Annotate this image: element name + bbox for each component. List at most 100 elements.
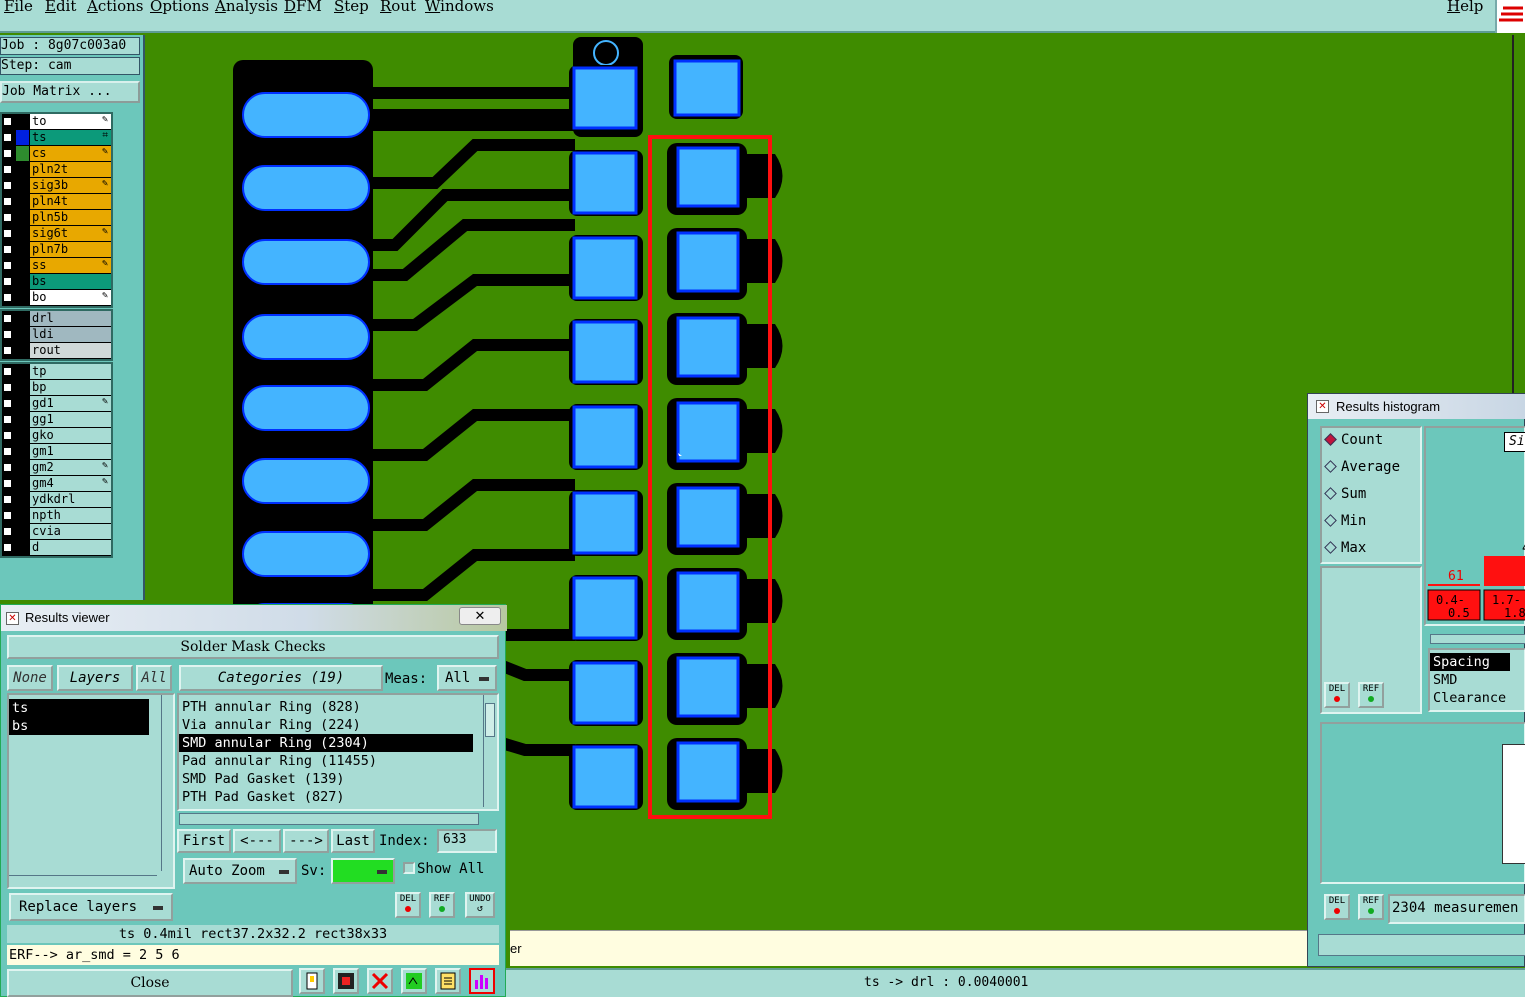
none-button[interactable]: None	[7, 665, 53, 691]
layer-name[interactable]: tp	[30, 364, 111, 379]
layer-name[interactable]: cs	[30, 146, 111, 161]
layer-name[interactable]: bo	[30, 290, 111, 305]
ref-button[interactable]: REF	[1358, 682, 1384, 708]
layer-list-scrollbar[interactable]	[161, 695, 173, 871]
layer-row-gko[interactable]: gko	[2, 428, 111, 444]
category-item[interactable]: SMD annular Ring (2304)	[179, 734, 473, 752]
layer-row-drl[interactable]: drl	[2, 311, 111, 327]
menu-rout[interactable]: Rout	[380, 0, 416, 15]
layer-checkbox[interactable]	[3, 527, 12, 536]
close-button[interactable]: Close	[7, 969, 293, 997]
layer-checkbox[interactable]	[3, 149, 12, 158]
layer-row-pln4t[interactable]: pln4t	[2, 194, 111, 210]
scrollbar-thumb[interactable]	[485, 703, 495, 737]
layer-name[interactable]: gm2	[30, 460, 111, 475]
layer-checkbox[interactable]	[3, 511, 12, 520]
category-list-hscrollbar[interactable]	[179, 813, 479, 825]
layer-checkbox[interactable]	[3, 133, 12, 142]
category-list[interactable]: PTH annular Ring (828) Via annular Ring (…	[177, 693, 499, 811]
layer-name[interactable]: bp	[30, 380, 111, 395]
layer-result-item[interactable]: bs	[9, 717, 149, 735]
mode-radio-max[interactable]: Max	[1324, 540, 1366, 556]
layer-checkbox[interactable]	[3, 330, 12, 339]
layer-checkbox[interactable]	[3, 346, 12, 355]
record-icon[interactable]	[333, 968, 359, 994]
layer-checkbox[interactable]	[3, 213, 12, 222]
undo-button[interactable]: UNDO ↺	[465, 892, 495, 918]
layer-row-pln7b[interactable]: pln7b	[2, 242, 111, 258]
layer-name[interactable]: cvia	[30, 524, 111, 539]
layer-row-tp[interactable]: tp	[2, 364, 111, 380]
menu-step[interactable]: Step	[334, 0, 369, 15]
notes-icon[interactable]	[435, 968, 461, 994]
layer-checkbox[interactable]	[3, 293, 12, 302]
layers-button[interactable]: Layers	[57, 665, 133, 691]
category-item[interactable]: Pad annular Ring (11455)	[179, 752, 473, 770]
histogram-list-item[interactable]: Spacing	[1430, 653, 1510, 671]
layer-checkbox[interactable]	[3, 447, 12, 456]
layer-checkbox[interactable]	[3, 197, 12, 206]
job-matrix-button[interactable]: Job Matrix ...	[0, 81, 140, 103]
menu-actions[interactable]: Actions	[87, 0, 143, 15]
layer-checkbox[interactable]	[3, 277, 12, 286]
layer-checkbox[interactable]	[3, 383, 12, 392]
layer-checkbox[interactable]	[3, 229, 12, 238]
layer-result-item[interactable]: ts	[9, 699, 149, 717]
ref-button[interactable]: REF	[1358, 894, 1384, 920]
layer-results-list[interactable]: ts bs	[7, 693, 175, 889]
del-button[interactable]: DEL	[395, 892, 421, 918]
prev-button[interactable]: <---	[233, 829, 281, 853]
layer-checkbox[interactable]	[3, 415, 12, 424]
menu-help[interactable]: Help	[1447, 0, 1483, 15]
layer-checkbox[interactable]	[3, 165, 12, 174]
layer-name[interactable]: bs	[30, 274, 111, 289]
menu-windows[interactable]: Windows	[425, 0, 494, 15]
replace-layers-dropdown[interactable]: Replace layers	[9, 893, 173, 921]
histogram-hscrollbar[interactable]	[1430, 634, 1525, 644]
layer-row-d[interactable]: d	[2, 540, 111, 556]
layer-name[interactable]: pln7b	[30, 242, 111, 257]
layer-row-cvia[interactable]: cvia	[2, 524, 111, 540]
auto-zoom-dropdown[interactable]: Auto Zoom	[183, 858, 297, 884]
layer-row-gg1[interactable]: gg1	[2, 412, 111, 428]
cancel-icon[interactable]	[367, 968, 393, 994]
layer-list-hscrollbar[interactable]	[9, 875, 157, 887]
layer-checkbox[interactable]	[3, 463, 12, 472]
layer-name[interactable]: pln4t	[30, 194, 111, 209]
layer-row-gm2[interactable]: gm2 ✎	[2, 460, 111, 476]
layer-name[interactable]: gm1	[30, 444, 111, 459]
next-button[interactable]: --->	[283, 829, 329, 853]
layer-row-bo[interactable]: bo ✎	[2, 290, 111, 306]
layer-name[interactable]: rout	[30, 343, 111, 358]
layer-name[interactable]: drl	[30, 311, 111, 326]
layer-name[interactable]: sig3b	[30, 178, 111, 193]
del-button[interactable]: DEL	[1324, 682, 1350, 708]
layer-row-cs[interactable]: cs ✎	[2, 146, 111, 162]
layer-checkbox[interactable]	[3, 245, 12, 254]
histogram-category-list[interactable]: Spacing SMD Clearance	[1428, 648, 1525, 712]
layer-name[interactable]: gko	[30, 428, 111, 443]
histogram-icon[interactable]	[469, 968, 495, 994]
window-close-button[interactable]: ✕	[459, 607, 501, 625]
all-button[interactable]: All	[136, 665, 172, 691]
menu-edit[interactable]: Edit	[45, 0, 76, 15]
layer-row-gm4[interactable]: gm4 ✎	[2, 476, 111, 492]
category-list-scrollbar[interactable]	[483, 695, 497, 807]
layer-row-ts[interactable]: ts ⌗	[2, 130, 111, 146]
layer-checkbox[interactable]	[3, 261, 12, 270]
mode-radio-count[interactable]: Count	[1324, 432, 1383, 448]
mode-radio-sum[interactable]: Sum	[1324, 486, 1366, 502]
layer-row-bs[interactable]: bs	[2, 274, 111, 290]
layer-row-bp[interactable]: bp	[2, 380, 111, 396]
layer-row-ss[interactable]: ss ✎	[2, 258, 111, 274]
layer-name[interactable]: ydkdrl	[30, 492, 111, 507]
layer-row-ldi[interactable]: ldi	[2, 327, 111, 343]
layer-name[interactable]: to	[30, 114, 111, 129]
show-all-checkbox[interactable]	[403, 862, 415, 874]
layer-row-pln5b[interactable]: pln5b	[2, 210, 111, 226]
layer-row-rout[interactable]: rout	[2, 343, 111, 359]
last-button[interactable]: Last	[331, 829, 375, 853]
mode-radio-min[interactable]: Min	[1324, 513, 1366, 529]
layer-name[interactable]: pln5b	[30, 210, 111, 225]
ref-button[interactable]: REF	[429, 892, 455, 918]
